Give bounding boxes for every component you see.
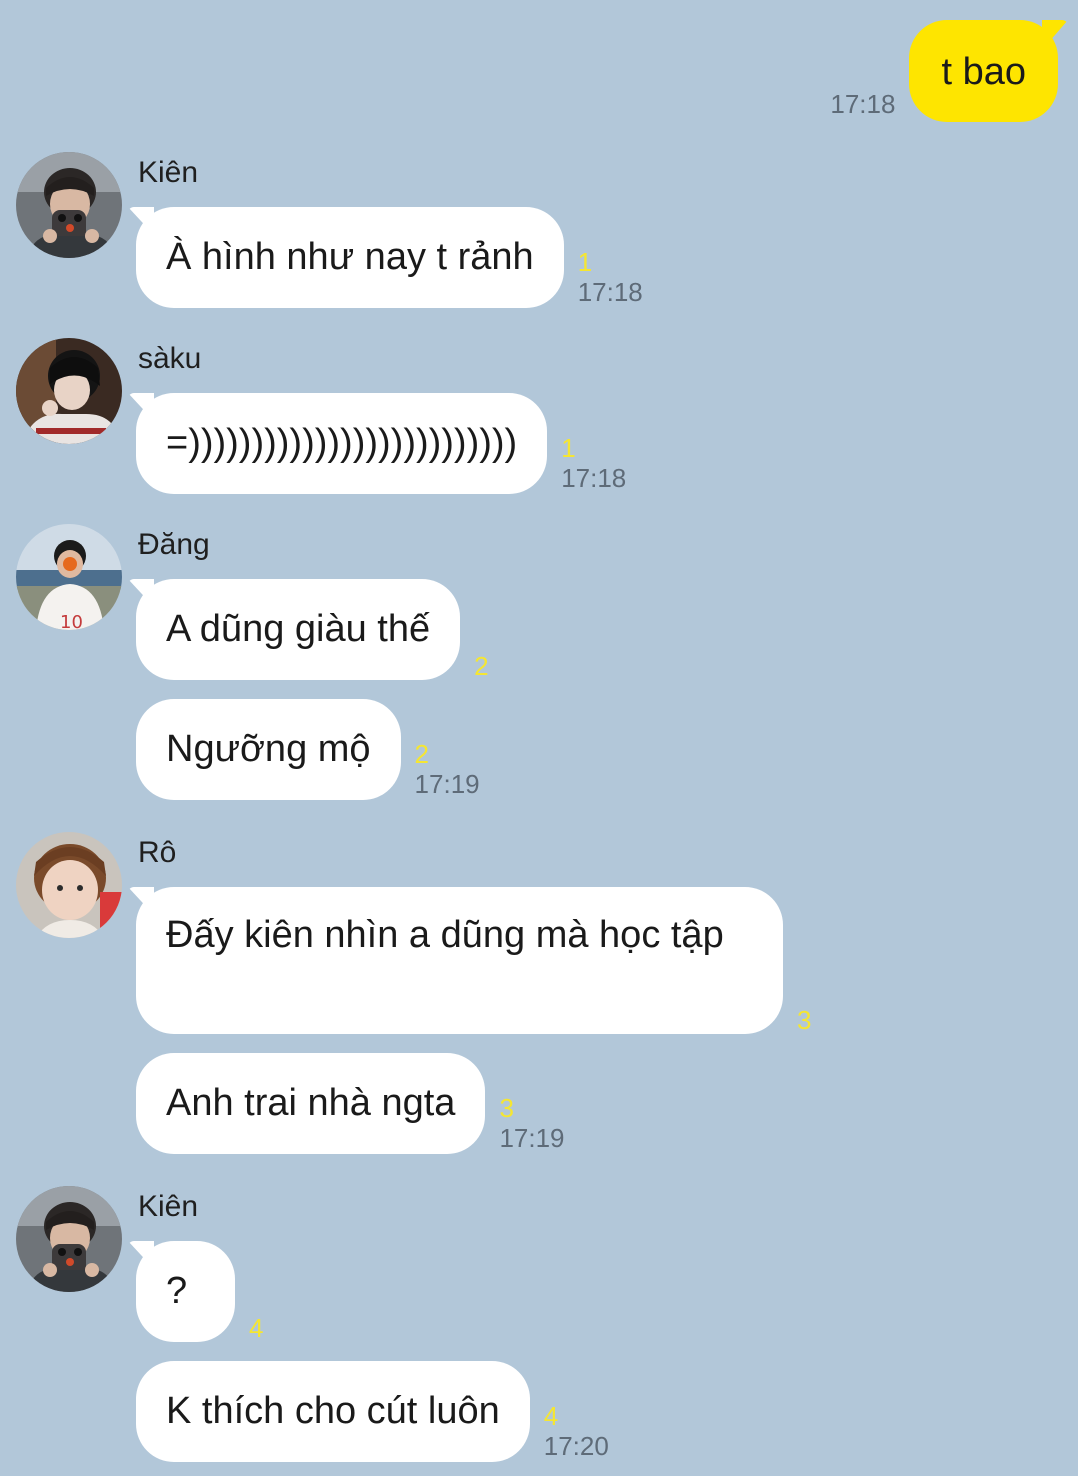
message-meta: 3: [797, 1006, 811, 1034]
sender-name: Kiên: [138, 156, 199, 189]
person-avatar-icon: [16, 152, 122, 258]
message-meta: 1 17:18: [561, 434, 626, 494]
message-meta: 4: [249, 1314, 263, 1342]
unread-count: 2: [474, 651, 489, 681]
profile-avatar[interactable]: [16, 1186, 122, 1292]
unread-count: 4: [543, 1401, 559, 1431]
message-time: 17:18: [577, 277, 643, 307]
message-row: Anh trai nhà ngta 3 17:19: [136, 1053, 565, 1154]
message-row: A dũng giàu thế 2: [136, 579, 489, 680]
incoming-message-bubble[interactable]: =)))))))))))))))))))))))))): [136, 393, 548, 494]
outgoing-message-row: 17:18 t bao: [830, 20, 1058, 122]
message-time: 17:18: [561, 463, 627, 493]
sender-name: Rô: [138, 836, 177, 869]
unread-count: 3: [499, 1093, 514, 1123]
incoming-message-bubble[interactable]: Ngưỡng mộ: [136, 699, 401, 800]
person-avatar-icon: [16, 832, 122, 938]
message-time: 17:19: [414, 769, 480, 799]
sender-name: sàku: [138, 342, 202, 375]
message-group: Rô Đấy kiên nhìn a dũng mà học tập 3 Anh…: [16, 832, 816, 1162]
message-row: À hình như nay t rảnh 1 17:18: [136, 207, 643, 308]
profile-avatar[interactable]: [16, 832, 122, 938]
message-row: ? 4: [136, 1241, 263, 1342]
message-row: Ngưỡng mộ 2 17:19: [136, 699, 480, 800]
person-avatar-icon: [16, 1186, 122, 1292]
message-meta: 1 17:18: [578, 248, 643, 308]
message-group: Kiên À hình như nay t rảnh 1 17:18: [16, 152, 716, 312]
outgoing-message-bubble[interactable]: t bao: [909, 20, 1058, 122]
incoming-message-bubble[interactable]: À hình như nay t rảnh: [136, 207, 564, 308]
message-group: Kiên ? 4 K thích cho cút luôn 4 17:20: [16, 1186, 716, 1471]
message-meta: 2 17:19: [415, 740, 480, 800]
message-meta: 2: [474, 652, 488, 680]
incoming-message-bubble[interactable]: A dũng giàu thế: [136, 579, 461, 680]
chat-room: 17:18 t bao Kiên À hình như nay t rảnh 1…: [0, 0, 1078, 1476]
profile-avatar[interactable]: [16, 338, 122, 444]
svg-text:10: 10: [60, 612, 83, 630]
incoming-message-bubble[interactable]: K thích cho cút luôn: [136, 1361, 530, 1462]
message-group: 10 Đăng A dũng giàu thế 2 Ngưỡng mộ 2 17…: [16, 524, 716, 814]
message-time: 17:20: [543, 1431, 609, 1461]
person-avatar-icon: 10: [16, 524, 122, 630]
unread-count: 1: [577, 247, 593, 277]
message-row: =)))))))))))))))))))))))))) 1 17:18: [136, 393, 626, 494]
message-time: 17:19: [499, 1123, 565, 1153]
unread-count: 1: [561, 433, 576, 463]
message-meta: 3 17:19: [499, 1094, 564, 1154]
message-row: K thích cho cút luôn 4 17:20: [136, 1361, 609, 1462]
incoming-message-bubble[interactable]: ?: [136, 1241, 235, 1342]
message-group: sàku =)))))))))))))))))))))))))) 1 17:18: [16, 338, 716, 498]
sender-name: Kiên: [138, 1190, 199, 1223]
message-time: 17:18: [830, 89, 896, 119]
profile-avatar[interactable]: [16, 152, 122, 258]
unread-count: 2: [414, 739, 430, 769]
incoming-message-bubble[interactable]: Anh trai nhà ngta: [136, 1053, 486, 1154]
person-avatar-icon: [16, 338, 122, 444]
message-row: Đấy kiên nhìn a dũng mà học tập 3: [136, 887, 811, 1034]
unread-count: 3: [797, 1005, 812, 1035]
message-meta: 4 17:20: [544, 1402, 609, 1462]
profile-avatar[interactable]: 10: [16, 524, 122, 630]
sender-name: Đăng: [138, 528, 210, 561]
incoming-message-bubble[interactable]: Đấy kiên nhìn a dũng mà học tập: [136, 887, 783, 1034]
unread-count: 4: [249, 1313, 264, 1343]
